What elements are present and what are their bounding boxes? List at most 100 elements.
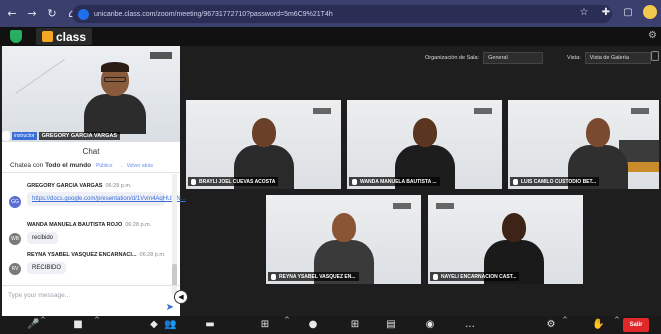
meeting-toolbar: 🎤 ^ ■ ^ ◆ 👥 ▬ ⊞ ^ ● ⊞ ▤ ◉ … ⚙ ^ ✋ ^ Sali… bbox=[0, 316, 661, 334]
address-bar[interactable]: unicaribe.class.com/zoom/meeting/9673177… bbox=[72, 5, 612, 23]
participant-name: REYNA YSABEL VASQUEZ EN... bbox=[279, 273, 356, 280]
video-tile[interactable]: BRAYLI JOEL CUEVAS ACOSTA bbox=[186, 100, 341, 189]
author-name: REYNA YSABEL VASQUEZ ENCARNACI... bbox=[27, 252, 137, 258]
wall-logo bbox=[150, 52, 172, 59]
shield-icon bbox=[10, 30, 22, 43]
video-tile[interactable]: NAYELI ENCARNACION CAST... bbox=[428, 195, 583, 284]
video-tile[interactable]: REYNA YSABEL VASQUEZ EN... bbox=[266, 195, 421, 284]
self-name-caption: instructor GREGORY GARCIA VARGAS bbox=[2, 130, 121, 141]
back-link[interactable]: ← Volver atrás bbox=[120, 163, 153, 169]
back-icon[interactable]: ← bbox=[4, 6, 20, 22]
collapse-sidebar-button[interactable]: ◀ bbox=[174, 290, 188, 304]
participants-icon[interactable]: 👥 bbox=[164, 319, 176, 331]
leave-button[interactable]: Salir bbox=[623, 318, 649, 332]
chat-input-placeholder: Type your message... bbox=[8, 292, 71, 299]
mic-icon bbox=[433, 273, 438, 280]
fullscreen-icon[interactable] bbox=[651, 51, 659, 61]
extension-icon[interactable]: ✚ bbox=[599, 5, 613, 21]
settings-gear-icon[interactable]: ⚙ bbox=[648, 30, 657, 41]
message-author: GREGORY GARCIA VARGAS 06:28 p.m. bbox=[27, 183, 131, 189]
view-dropdown[interactable]: Vista de Galería bbox=[584, 52, 651, 64]
view-label: Vista: bbox=[567, 55, 581, 61]
class-logo-mark bbox=[42, 31, 53, 42]
mic-icon bbox=[271, 273, 276, 280]
chat-with-prefix: Chatea con bbox=[10, 162, 44, 169]
app-header: class ⚙ bbox=[0, 27, 661, 46]
message-time: 06:28 p.m. bbox=[125, 222, 152, 228]
breakout-rooms-icon[interactable]: ⊞ bbox=[349, 319, 361, 331]
participant-name: NAYELI ENCARNACION CAST... bbox=[441, 273, 517, 280]
screen: ← → ↻ ⌂ unicaribe.class.com/zoom/meeting… bbox=[0, 0, 661, 334]
participant-name-caption: NAYELI ENCARNACION CAST... bbox=[430, 272, 520, 281]
mic-icon bbox=[352, 178, 357, 185]
chat-input[interactable]: Type your message... ➤ bbox=[2, 285, 180, 316]
public-badge: Público bbox=[95, 163, 113, 169]
profile-avatar[interactable] bbox=[643, 5, 657, 19]
chevron-up-icon[interactable]: ^ bbox=[614, 316, 620, 324]
settings-icon[interactable]: ⚙ bbox=[545, 319, 557, 331]
chat-scrollbar[interactable] bbox=[172, 174, 177, 294]
avatar: WB bbox=[9, 233, 21, 245]
message-time: 06:28 p.m. bbox=[139, 252, 166, 258]
send-icon[interactable]: ➤ bbox=[166, 302, 174, 313]
chat-with-target[interactable]: Todo el mundo bbox=[45, 162, 91, 169]
more-icon[interactable]: … bbox=[464, 319, 476, 331]
self-name: GREGORY GARCIA VARGAS bbox=[38, 131, 121, 140]
microphone-icon[interactable]: 🎤 bbox=[27, 319, 39, 331]
class-logo: class bbox=[36, 28, 93, 45]
author-name: WANDA MANUELA BAUTISTA ROJO bbox=[27, 222, 123, 228]
chat-icon[interactable]: ▬ bbox=[204, 319, 216, 331]
record-icon[interactable]: ● bbox=[307, 319, 319, 331]
raise-hand-icon[interactable]: ✋ bbox=[592, 319, 604, 331]
forward-icon[interactable]: → bbox=[24, 6, 40, 22]
browser-actions: ☆ ✚ ▢ bbox=[577, 5, 657, 21]
room-dropdown[interactable]: General bbox=[483, 52, 544, 64]
chevron-up-icon[interactable]: ^ bbox=[40, 316, 46, 324]
sidepanel-icon[interactable]: ▢ bbox=[621, 5, 635, 21]
reload-icon[interactable]: ↻ bbox=[44, 6, 60, 22]
video-tile[interactable]: WANDA MANUELA BAUTISTA ... bbox=[347, 100, 502, 189]
message-author: WANDA MANUELA BAUTISTA ROJO 06:28 p.m. bbox=[27, 222, 151, 228]
participant-name-caption: LUIS CAMILO CUSTODIO BET... bbox=[510, 177, 600, 186]
chat-title: Chat bbox=[82, 147, 100, 156]
participant-name: LUIS CAMILO CUSTODIO BET... bbox=[521, 178, 597, 185]
mic-icon bbox=[513, 178, 518, 185]
room-selector: Organización de Sala: General bbox=[425, 52, 544, 64]
reactions-icon[interactable]: ▤ bbox=[385, 319, 397, 331]
avatar: GG bbox=[9, 196, 21, 208]
chat-sidebar: instructor GREGORY GARCIA VARGAS Chat Ch… bbox=[2, 46, 186, 316]
message-author: REYNA YSABEL VASQUEZ ENCARNACI... 06:28 p… bbox=[27, 252, 166, 258]
room-label: Organización de Sala: bbox=[425, 55, 480, 61]
security-icon[interactable]: ◆ bbox=[148, 319, 160, 331]
chevron-up-icon[interactable]: ^ bbox=[284, 316, 290, 324]
instructor-figure bbox=[84, 62, 146, 134]
message-link[interactable]: https://docs.google.com/presentation/d/1… bbox=[27, 192, 186, 206]
class-logo-text: class bbox=[56, 29, 87, 44]
apps-icon[interactable]: ◉ bbox=[424, 319, 436, 331]
url-text: unicaribe.class.com/zoom/meeting/9673177… bbox=[94, 10, 333, 18]
share-screen-icon[interactable]: ⊞ bbox=[259, 319, 271, 331]
author-name: GREGORY GARCIA VARGAS bbox=[27, 183, 103, 189]
participant-name-caption: REYNA YSABEL VASQUEZ EN... bbox=[268, 272, 359, 281]
message-time: 06:28 p.m. bbox=[105, 183, 132, 189]
participant-name-caption: BRAYLI JOEL CUEVAS ACOSTA bbox=[188, 177, 279, 186]
participant-name-caption: WANDA MANUELA BAUTISTA ... bbox=[349, 177, 440, 186]
video-tile[interactable]: LUIS CAMILO CUSTODIO BET... bbox=[508, 100, 659, 189]
instructor-tag: instructor bbox=[12, 131, 37, 140]
message-text: RECIBIDO bbox=[27, 262, 67, 274]
self-video bbox=[2, 46, 180, 142]
camera-icon[interactable]: ■ bbox=[72, 319, 84, 331]
browser-toolbar: ← → ↻ ⌂ unicaribe.class.com/zoom/meeting… bbox=[0, 0, 661, 27]
participant-name: WANDA MANUELA BAUTISTA ... bbox=[360, 178, 437, 185]
avatar: RV bbox=[9, 263, 21, 275]
chat-recipient: Chatea con Todo el mundo Público ← Volve… bbox=[10, 162, 153, 169]
chevron-up-icon[interactable]: ^ bbox=[94, 316, 100, 324]
participant-name: BRAYLI JOEL CUEVAS ACOSTA bbox=[199, 178, 276, 185]
chevron-up-icon[interactable]: ^ bbox=[562, 316, 568, 324]
mic-icon bbox=[2, 130, 10, 141]
view-selector: Vista: Vista de Galería bbox=[567, 52, 651, 64]
divider bbox=[2, 172, 180, 173]
bookmark-star-icon[interactable]: ☆ bbox=[577, 5, 591, 21]
site-info-icon[interactable] bbox=[78, 8, 89, 20]
mic-icon bbox=[191, 178, 196, 185]
